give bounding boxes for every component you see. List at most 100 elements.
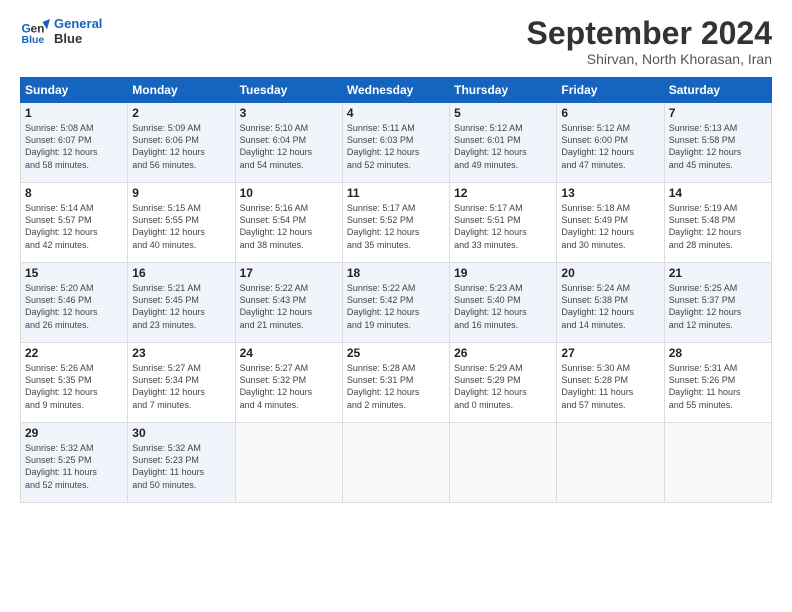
day-number: 27 <box>561 346 659 360</box>
day-number: 13 <box>561 186 659 200</box>
day-cell: 25 Sunrise: 5:28 AM Sunset: 5:31 PM Dayli… <box>342 343 449 423</box>
calendar-page: G en Blue General Blue September 2024 Sh… <box>0 0 792 612</box>
day-number: 9 <box>132 186 230 200</box>
day-number: 21 <box>669 266 767 280</box>
day-cell: 23 Sunrise: 5:27 AM Sunset: 5:34 PM Dayli… <box>128 343 235 423</box>
day-number: 16 <box>132 266 230 280</box>
day-number: 10 <box>240 186 338 200</box>
day-info: Sunrise: 5:29 AM Sunset: 5:29 PM Dayligh… <box>454 362 552 411</box>
day-info: Sunrise: 5:16 AM Sunset: 5:54 PM Dayligh… <box>240 202 338 251</box>
week-row-3: 15 Sunrise: 5:20 AM Sunset: 5:46 PM Dayli… <box>21 263 772 343</box>
day-info: Sunrise: 5:13 AM Sunset: 5:58 PM Dayligh… <box>669 122 767 171</box>
day-info: Sunrise: 5:11 AM Sunset: 6:03 PM Dayligh… <box>347 122 445 171</box>
week-row-5: 29 Sunrise: 5:32 AM Sunset: 5:25 PM Dayli… <box>21 423 772 503</box>
day-cell: 2 Sunrise: 5:09 AM Sunset: 6:06 PM Daylig… <box>128 103 235 183</box>
day-cell: 12 Sunrise: 5:17 AM Sunset: 5:51 PM Dayli… <box>450 183 557 263</box>
day-info: Sunrise: 5:22 AM Sunset: 5:42 PM Dayligh… <box>347 282 445 331</box>
day-cell: 9Sunrise: 5:15 AM Sunset: 5:55 PM Daylig… <box>128 183 235 263</box>
day-info: Sunrise: 5:26 AM Sunset: 5:35 PM Dayligh… <box>25 362 123 411</box>
day-info: Sunrise: 5:19 AM Sunset: 5:48 PM Dayligh… <box>669 202 767 251</box>
day-cell: 18Sunrise: 5:22 AM Sunset: 5:42 PM Dayli… <box>342 263 449 343</box>
day-cell: 24 Sunrise: 5:27 AM Sunset: 5:32 PM Dayli… <box>235 343 342 423</box>
day-info: Sunrise: 5:27 AM Sunset: 5:34 PM Dayligh… <box>132 362 230 411</box>
weekday-header-row: SundayMondayTuesdayWednesdayThursdayFrid… <box>21 78 772 103</box>
day-cell: 17 Sunrise: 5:22 AM Sunset: 5:43 PM Dayli… <box>235 263 342 343</box>
day-number: 15 <box>25 266 123 280</box>
day-cell: 19 Sunrise: 5:23 AM Sunset: 5:40 PM Dayli… <box>450 263 557 343</box>
day-number: 3 <box>240 106 338 120</box>
day-number: 30 <box>132 426 230 440</box>
subtitle: Shirvan, North Khorasan, Iran <box>527 51 772 67</box>
day-number: 24 <box>240 346 338 360</box>
day-cell: 5 Sunrise: 5:12 AM Sunset: 6:01 PM Daylig… <box>450 103 557 183</box>
day-cell <box>664 423 771 503</box>
day-info: Sunrise: 5:12 AM Sunset: 6:01 PM Dayligh… <box>454 122 552 171</box>
day-number: 12 <box>454 186 552 200</box>
day-number: 28 <box>669 346 767 360</box>
day-cell: 11Sunrise: 5:17 AM Sunset: 5:52 PM Dayli… <box>342 183 449 263</box>
day-info: Sunrise: 5:09 AM Sunset: 6:06 PM Dayligh… <box>132 122 230 171</box>
day-info: Sunrise: 5:14 AM Sunset: 5:57 PM Dayligh… <box>25 202 123 251</box>
day-number: 14 <box>669 186 767 200</box>
day-cell: 28 Sunrise: 5:31 AM Sunset: 5:26 PM Dayli… <box>664 343 771 423</box>
weekday-header-sunday: Sunday <box>21 78 128 103</box>
day-cell: 16 Sunrise: 5:21 AM Sunset: 5:45 PM Dayli… <box>128 263 235 343</box>
day-info: Sunrise: 5:21 AM Sunset: 5:45 PM Dayligh… <box>132 282 230 331</box>
day-number: 6 <box>561 106 659 120</box>
day-info: Sunrise: 5:18 AM Sunset: 5:49 PM Dayligh… <box>561 202 659 251</box>
day-number: 2 <box>132 106 230 120</box>
day-cell: 7 Sunrise: 5:13 AM Sunset: 5:58 PM Daylig… <box>664 103 771 183</box>
day-cell <box>450 423 557 503</box>
day-info: Sunrise: 5:17 AM Sunset: 5:51 PM Dayligh… <box>454 202 552 251</box>
day-info: Sunrise: 5:31 AM Sunset: 5:26 PM Dayligh… <box>669 362 767 411</box>
day-number: 5 <box>454 106 552 120</box>
week-row-2: 8 Sunrise: 5:14 AM Sunset: 5:57 PM Daylig… <box>21 183 772 263</box>
day-cell: 21 Sunrise: 5:25 AM Sunset: 5:37 PM Dayli… <box>664 263 771 343</box>
logo: G en Blue General Blue <box>20 16 102 46</box>
day-cell: 13 Sunrise: 5:18 AM Sunset: 5:49 PM Dayli… <box>557 183 664 263</box>
day-info: Sunrise: 5:32 AM Sunset: 5:23 PM Dayligh… <box>132 442 230 491</box>
day-number: 4 <box>347 106 445 120</box>
day-cell: 26Sunrise: 5:29 AM Sunset: 5:29 PM Dayli… <box>450 343 557 423</box>
day-info: Sunrise: 5:23 AM Sunset: 5:40 PM Dayligh… <box>454 282 552 331</box>
day-number: 20 <box>561 266 659 280</box>
weekday-header-tuesday: Tuesday <box>235 78 342 103</box>
day-number: 25 <box>347 346 445 360</box>
day-number: 7 <box>669 106 767 120</box>
svg-text:Blue: Blue <box>22 34 45 46</box>
day-number: 1 <box>25 106 123 120</box>
day-cell: 6 Sunrise: 5:12 AM Sunset: 6:00 PM Daylig… <box>557 103 664 183</box>
day-cell: 4 Sunrise: 5:11 AM Sunset: 6:03 PM Daylig… <box>342 103 449 183</box>
logo-text: General Blue <box>54 16 102 46</box>
day-cell: 14 Sunrise: 5:19 AM Sunset: 5:48 PM Dayli… <box>664 183 771 263</box>
day-info: Sunrise: 5:12 AM Sunset: 6:00 PM Dayligh… <box>561 122 659 171</box>
day-number: 29 <box>25 426 123 440</box>
day-cell: 15 Sunrise: 5:20 AM Sunset: 5:46 PM Dayli… <box>21 263 128 343</box>
day-cell <box>235 423 342 503</box>
logo-line1: General <box>54 16 102 31</box>
day-number: 22 <box>25 346 123 360</box>
calendar-table: SundayMondayTuesdayWednesdayThursdayFrid… <box>20 77 772 503</box>
day-info: Sunrise: 5:22 AM Sunset: 5:43 PM Dayligh… <box>240 282 338 331</box>
day-info: Sunrise: 5:28 AM Sunset: 5:31 PM Dayligh… <box>347 362 445 411</box>
day-number: 17 <box>240 266 338 280</box>
day-info: Sunrise: 5:30 AM Sunset: 5:28 PM Dayligh… <box>561 362 659 411</box>
day-cell: 3Sunrise: 5:10 AM Sunset: 6:04 PM Daylig… <box>235 103 342 183</box>
day-info: Sunrise: 5:27 AM Sunset: 5:32 PM Dayligh… <box>240 362 338 411</box>
day-cell: 8 Sunrise: 5:14 AM Sunset: 5:57 PM Daylig… <box>21 183 128 263</box>
title-block: September 2024 Shirvan, North Khorasan, … <box>527 16 772 67</box>
day-number: 19 <box>454 266 552 280</box>
day-cell: 10 Sunrise: 5:16 AM Sunset: 5:54 PM Dayli… <box>235 183 342 263</box>
header: G en Blue General Blue September 2024 Sh… <box>20 16 772 67</box>
logo-line2: Blue <box>54 31 102 46</box>
weekday-header-monday: Monday <box>128 78 235 103</box>
day-cell: 29 Sunrise: 5:32 AM Sunset: 5:25 PM Dayli… <box>21 423 128 503</box>
day-number: 8 <box>25 186 123 200</box>
day-info: Sunrise: 5:32 AM Sunset: 5:25 PM Dayligh… <box>25 442 123 491</box>
day-info: Sunrise: 5:20 AM Sunset: 5:46 PM Dayligh… <box>25 282 123 331</box>
day-number: 23 <box>132 346 230 360</box>
logo-icon: G en Blue <box>20 16 50 46</box>
day-info: Sunrise: 5:25 AM Sunset: 5:37 PM Dayligh… <box>669 282 767 331</box>
week-row-1: 1Sunrise: 5:08 AM Sunset: 6:07 PM Daylig… <box>21 103 772 183</box>
day-info: Sunrise: 5:17 AM Sunset: 5:52 PM Dayligh… <box>347 202 445 251</box>
